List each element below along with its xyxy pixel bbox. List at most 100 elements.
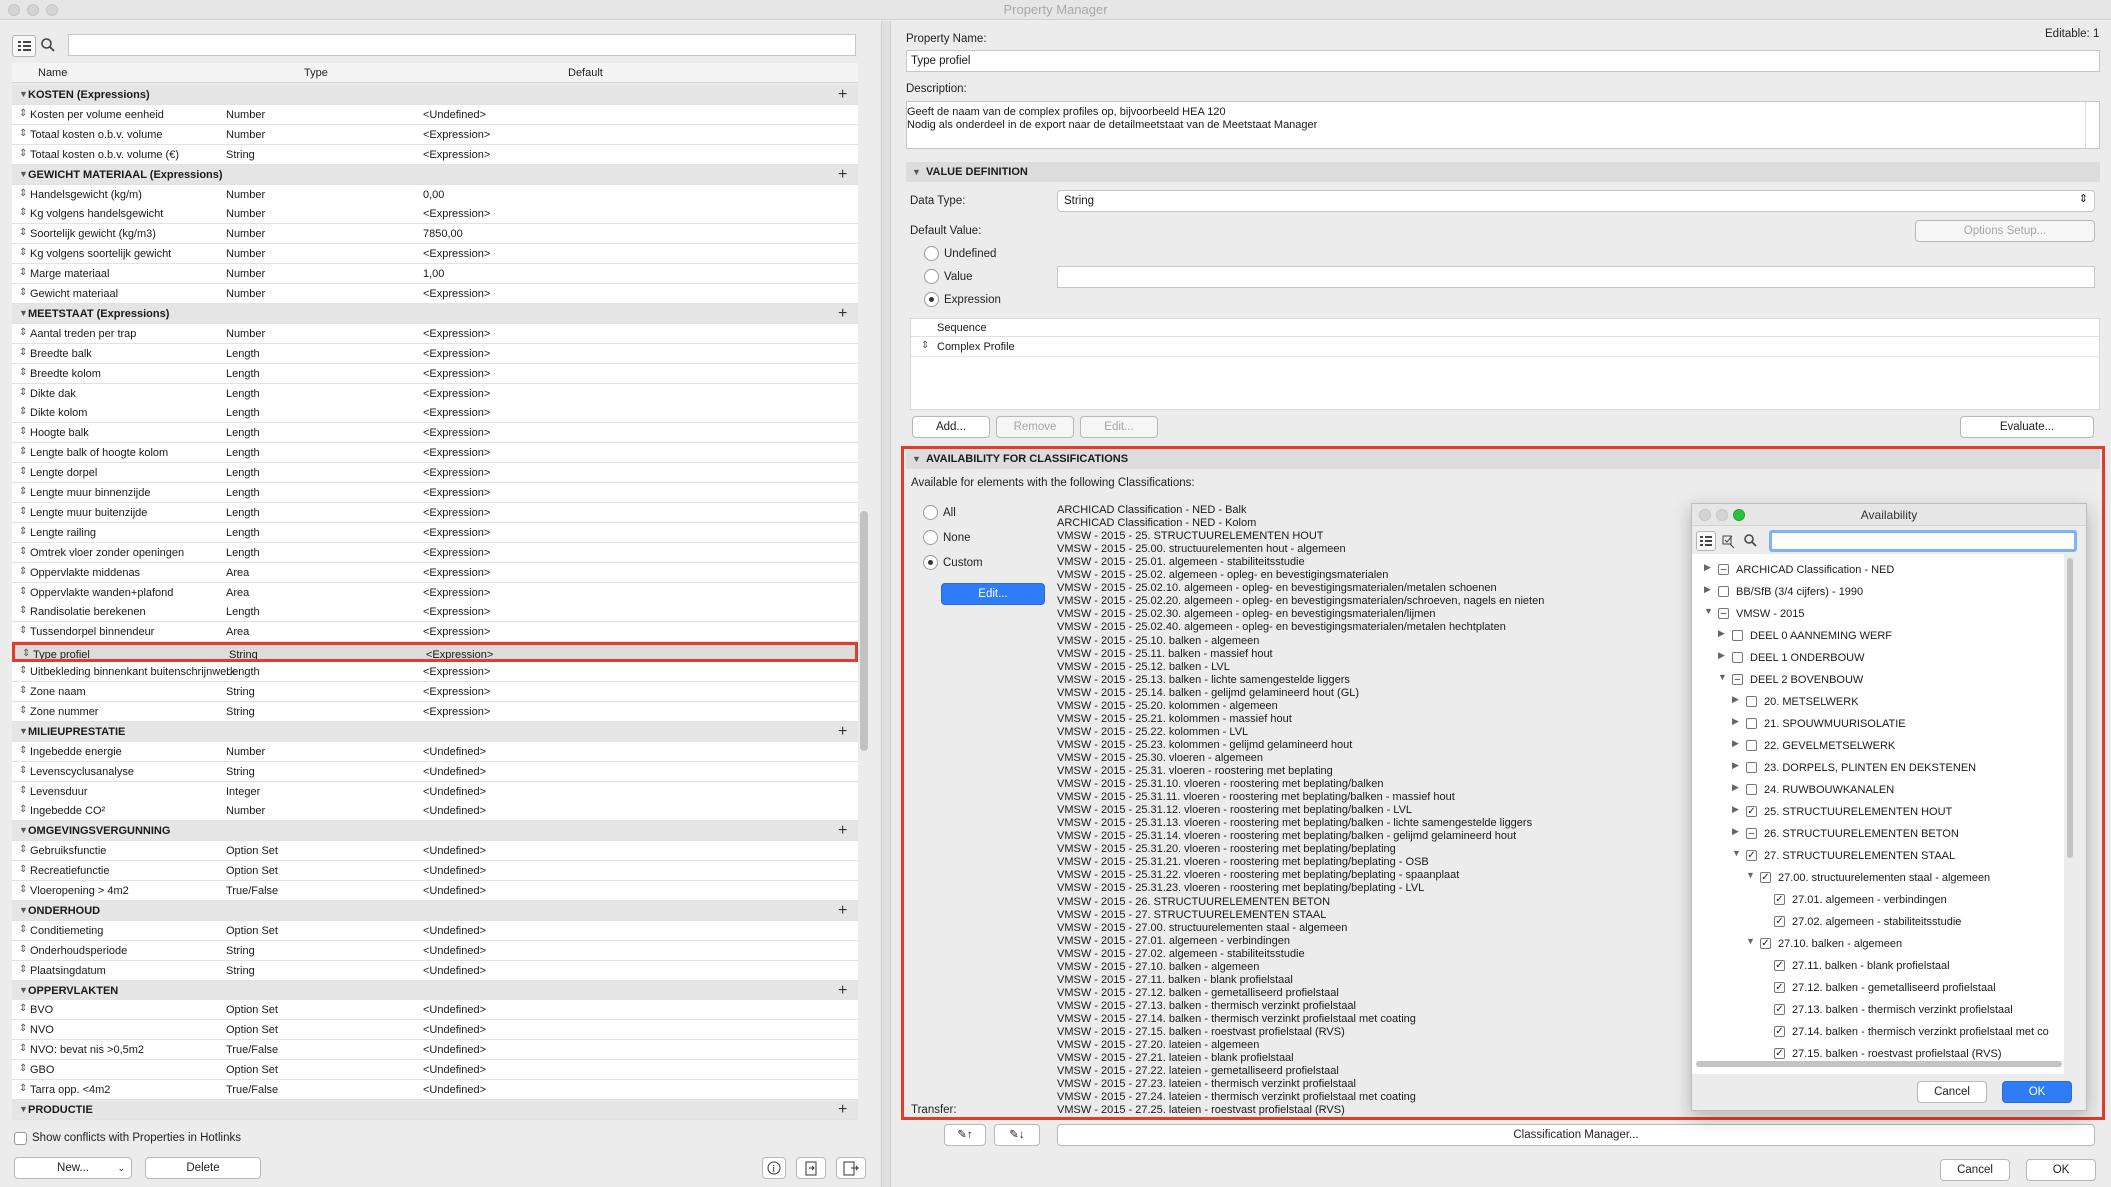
drag-handle-icon[interactable]: ⇕ — [19, 367, 27, 378]
property-row[interactable]: ⇕ Breedte kolom Length <Expression> — [12, 363, 858, 384]
drag-handle-icon[interactable]: ⇕ — [19, 1043, 27, 1054]
tree-scrollbar-vertical[interactable] — [2067, 558, 2073, 858]
add-property-icon[interactable]: + — [838, 86, 847, 104]
minimize-window-button[interactable] — [27, 4, 39, 16]
sequence-row[interactable]: ⇕ Complex Profile — [911, 337, 2099, 357]
disclosure-triangle-icon[interactable]: ▼ — [19, 169, 28, 179]
expanded-triangle-icon[interactable]: ▼ — [1746, 870, 1755, 880]
tree-checkbox[interactable]: ✓ — [1774, 960, 1785, 971]
tree-item[interactable]: ✓ 27.14. balken - thermisch verzinkt prof… — [1692, 1022, 2064, 1044]
drag-handle-icon[interactable]: ⇕ — [19, 267, 27, 278]
collapsed-triangle-icon[interactable]: ▶ — [1732, 716, 1739, 727]
collapsed-triangle-icon[interactable]: ▶ — [1732, 760, 1739, 771]
disclosure-triangle-icon[interactable]: ▼ — [19, 89, 28, 99]
collapsed-triangle-icon[interactable]: ▶ — [1732, 826, 1739, 837]
property-row[interactable]: ⇕ Onderhoudsperiode String <Undefined> — [12, 940, 858, 961]
tree-item[interactable]: ✓ 27.13. balken - thermisch verzinkt prof… — [1692, 1000, 2064, 1022]
tree-checkbox[interactable] — [1746, 784, 1757, 795]
collapsed-triangle-icon[interactable]: ▶ — [1718, 650, 1725, 661]
drag-handle-icon[interactable]: ⇕ — [19, 745, 27, 756]
property-row[interactable]: ⇕ Handelsgewicht (kg/m) Number 0,00 — [12, 184, 858, 205]
drag-handle-icon[interactable]: ⇕ — [19, 964, 27, 975]
property-row[interactable]: ⇕ Dikte kolom Length <Expression> — [12, 403, 858, 424]
property-row[interactable]: ⇕ Lengte muur binnenzijde Length <Expressio… — [12, 483, 858, 503]
add-property-icon[interactable]: + — [838, 902, 847, 920]
tree-checkbox[interactable]: ✓ — [1774, 894, 1785, 905]
drag-handle-icon[interactable]: ⇕ — [19, 625, 27, 636]
column-type-header[interactable]: Type — [304, 67, 328, 79]
value-definition-section[interactable]: ▼ VALUE DEFINITION — [906, 162, 2100, 182]
tree-item[interactable]: ▶ ✓ 25. STRUCTUURELEMENTEN HOUT — [1692, 802, 2064, 824]
new-property-button[interactable]: New... ⌄ — [14, 1157, 132, 1179]
availability-section[interactable]: ▼ AVAILABILITY FOR CLASSIFICATIONS — [906, 449, 2100, 469]
tree-scrollbar-horizontal[interactable] — [1696, 1061, 2062, 1067]
drag-handle-icon[interactable]: ⇕ — [19, 705, 27, 716]
property-row[interactable]: ⇕ Oppervlakte middenas Area <Expression> — [12, 562, 858, 583]
remove-button[interactable]: Remove — [996, 416, 1074, 438]
add-property-icon[interactable]: + — [838, 822, 847, 840]
drag-handle-icon[interactable]: ⇕ — [19, 466, 27, 477]
drag-handle-icon[interactable]: ⇕ — [19, 207, 27, 218]
property-row[interactable]: ⇕ Tarra opp. <4m2 True/False <Undefined> — [12, 1080, 858, 1100]
tree-checkbox[interactable] — [1746, 762, 1757, 773]
property-row[interactable]: ⇕ Conditiemeting Option Set <Undefined> — [12, 920, 858, 941]
property-name-field[interactable]: Type profiel — [906, 50, 2100, 72]
drag-handle-icon[interactable]: ⇕ — [19, 1023, 27, 1034]
property-row[interactable]: ⇕ Totaal kosten o.b.v. volume (€) String <E… — [12, 144, 858, 165]
property-row[interactable]: ⇕ Levensduur Integer <Undefined> — [12, 781, 858, 802]
tree-checkbox[interactable]: – — [1746, 828, 1757, 839]
add-property-icon[interactable]: + — [838, 723, 847, 741]
collapsed-triangle-icon[interactable]: ▶ — [1732, 738, 1739, 749]
expanded-triangle-icon[interactable]: ▼ — [1746, 936, 1755, 946]
drag-handle-icon[interactable]: ⇕ — [19, 864, 27, 875]
drag-handle-icon[interactable]: ⇕ — [19, 128, 27, 139]
drag-handle-icon[interactable]: ⇕ — [19, 1063, 27, 1074]
property-row[interactable]: ⇕ Gebruiksfunctie Option Set <Undefined> — [12, 841, 858, 862]
drag-handle-icon[interactable]: ⇕ — [19, 506, 27, 517]
property-row[interactable]: ⇕ Levenscyclusanalyse String <Undefined> — [12, 761, 858, 782]
tree-item[interactable]: ▼ ✓ 27.10. balken - algemeen — [1692, 934, 2064, 956]
tree-checkbox[interactable]: ✓ — [1774, 982, 1785, 993]
tree-checkbox[interactable]: ✓ — [1760, 872, 1771, 883]
drag-handle-icon[interactable]: ⇕ — [19, 1083, 27, 1094]
description-field[interactable]: Geeft de naam van de complex profiles op… — [906, 101, 2100, 149]
tree-checkbox[interactable]: – — [1718, 608, 1729, 619]
property-row[interactable]: ⇕ Lengte muur buitenzijde Length <Expressio… — [12, 502, 858, 523]
drag-handle-icon[interactable]: ⇕ — [19, 765, 27, 776]
add-property-icon[interactable]: + — [838, 166, 847, 184]
property-row[interactable]: ⇕ Kg volgens soortelijk gewicht Number <Exp… — [12, 244, 858, 265]
tree-item[interactable]: ▶ 20. METSELWERK — [1692, 692, 2064, 714]
drag-handle-icon[interactable]: ⇕ — [19, 1003, 27, 1014]
default-value-input[interactable] — [1057, 266, 2095, 288]
property-row[interactable]: ⇕ Gewicht materiaal Number <Expression> — [12, 284, 858, 304]
property-row[interactable]: ⇕ Zone naam String <Expression> — [12, 682, 858, 702]
drag-handle-icon[interactable]: ⇕ — [19, 546, 27, 557]
property-row[interactable]: ⇕ Randisolatie berekenen Length <Expression… — [12, 602, 858, 623]
drag-handle-icon[interactable]: ⇕ — [19, 605, 27, 616]
property-row[interactable]: ⇕ Dikte dak Length <Expression> — [12, 383, 858, 404]
tree-checkbox[interactable] — [1746, 740, 1757, 751]
property-group-row[interactable]: ▼ MILIEUPRESTATIE + — [12, 721, 858, 742]
drag-handle-icon[interactable]: ⇕ — [19, 387, 27, 398]
collapsed-triangle-icon[interactable]: ▶ — [1732, 694, 1739, 705]
cancel-button[interactable]: Cancel — [1940, 1159, 2010, 1181]
tree-item[interactable]: ▼ – DEEL 2 BOVENBOUW — [1692, 670, 2064, 692]
inject-button[interactable]: ✎↓ — [994, 1124, 1040, 1146]
custom-radio[interactable] — [923, 555, 938, 570]
drag-handle-icon[interactable]: ⇕ — [19, 247, 27, 258]
property-row[interactable]: ⇕ Omtrek vloer zonder openingen Length <Exp… — [12, 542, 858, 563]
column-default-header[interactable]: Default — [568, 67, 603, 79]
property-row[interactable]: ⇕ Ingebedde energie Number <Undefined> — [12, 741, 858, 762]
property-row[interactable]: ⇕ Vloeropening > 4m2 True/False <Undefined> — [12, 881, 858, 901]
collapsed-triangle-icon[interactable]: ▶ — [1704, 584, 1711, 595]
add-property-icon[interactable]: + — [838, 305, 847, 323]
property-row[interactable]: ⇕ Uitbekleding binnenkant buitenschrijnwe… — [12, 662, 858, 683]
search-input[interactable] — [68, 34, 856, 56]
delete-button[interactable]: Delete — [145, 1157, 261, 1179]
tree-checkbox[interactable]: ✓ — [1774, 1048, 1785, 1059]
tree-item[interactable]: ▶ DEEL 0 AANNEMING WERF — [1692, 626, 2064, 648]
property-row[interactable]: ⇕ Kg volgens handelsgewicht Number <Express… — [12, 204, 858, 225]
drag-handle-icon[interactable]: ⇕ — [19, 426, 27, 437]
property-row[interactable]: ⇕ Type profiel String <Expression> — [12, 642, 858, 663]
property-row[interactable]: ⇕ Hoogte balk Length <Expression> — [12, 423, 858, 444]
